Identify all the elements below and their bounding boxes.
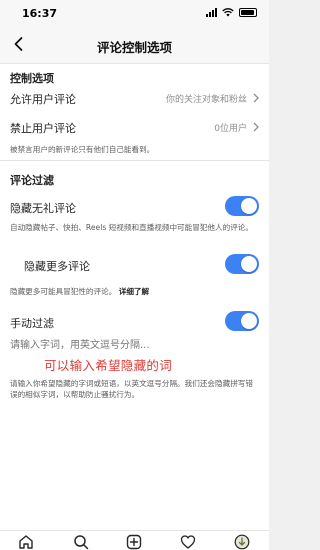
status-icons — [206, 8, 257, 17]
allow-comments-row[interactable]: 允许用户评论 你的关注对象和粉丝 — [0, 85, 269, 111]
hide-offensive-hint: 自动隐藏帖子、快拍、Reels 短视频和直播视频中可能冒犯他人的评论。 — [10, 223, 253, 232]
chevron-right-icon — [253, 122, 259, 132]
block-comments-label: 禁止用户评论 — [10, 122, 76, 135]
battery-icon — [239, 8, 257, 17]
learn-more-link[interactable]: 详细了解 — [119, 287, 149, 296]
heart-icon[interactable] — [180, 534, 196, 550]
hide-offensive-label: 隐藏无礼评论 — [10, 202, 76, 215]
block-comments-value: 0位用户 — [214, 124, 247, 134]
home-icon[interactable] — [18, 534, 34, 550]
block-comments-hint: 被禁言用户的新评论只有他们自己能看到。 — [10, 145, 155, 154]
allow-comments-label: 允许用户评论 — [10, 93, 76, 106]
manual-filter-toggle[interactable] — [225, 311, 259, 331]
status-time: 16:37 — [22, 7, 58, 20]
controls-section-title: 控制选项 — [10, 72, 54, 85]
page-title: 评论控制选项 — [96, 40, 172, 55]
hide-offensive-toggle[interactable] — [225, 196, 259, 216]
signal-icon — [206, 8, 217, 17]
hide-more-label: 隐藏更多评论 — [24, 260, 90, 273]
search-icon[interactable] — [73, 534, 89, 550]
red-annotation-text: 可以输入希望隐藏的词 — [44, 358, 173, 373]
toggle-knob — [241, 313, 257, 329]
comment-controls-screen: 16:37 评论控制选项 控制选项 允许用户评论 你的关注对象和粉丝 禁止用户评… — [0, 0, 269, 550]
hide-more-hint-text: 隐藏更多可能具冒犯性的评论。 — [10, 287, 117, 296]
manual-filter-hint: 请输入你希望隐藏的字词或短语，以英文逗号分隔。我们还会隐藏拼写错误的相似字词，以… — [10, 379, 253, 399]
chevron-right-icon — [253, 93, 259, 103]
filters-section-title: 评论过滤 — [10, 174, 54, 187]
toggle-knob — [241, 256, 257, 272]
allow-comments-value: 你的关注对象和粉丝 — [165, 95, 247, 105]
manual-filter-label: 手动过滤 — [10, 317, 54, 330]
hide-more-toggle[interactable] — [225, 254, 259, 274]
filter-words-input[interactable] — [10, 334, 259, 356]
nav-bar: 评论控制选项 — [0, 26, 269, 64]
wifi-icon — [222, 8, 234, 17]
hide-more-hint: 隐藏更多可能具冒犯性的评论。 详细了解 — [10, 286, 257, 297]
bottom-tab-bar — [0, 530, 269, 550]
section-divider — [0, 160, 269, 161]
profile-icon[interactable] — [234, 534, 250, 550]
create-icon[interactable] — [126, 534, 142, 550]
block-comments-row[interactable]: 禁止用户评论 0位用户 — [0, 114, 269, 140]
status-bar: 16:37 — [0, 0, 269, 26]
toggle-knob — [241, 198, 257, 214]
